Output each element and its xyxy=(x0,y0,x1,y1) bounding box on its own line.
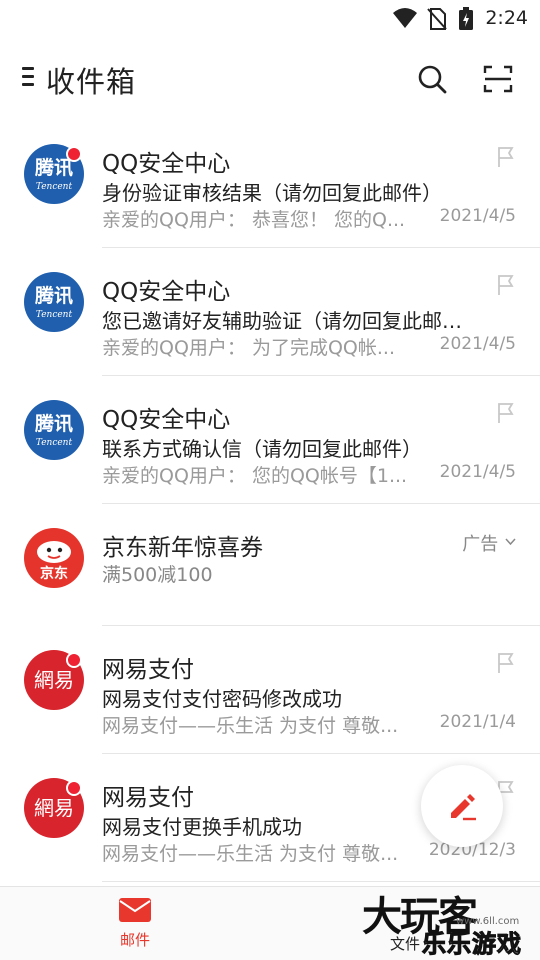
tencent-avatar-subtext: Tencent xyxy=(36,182,73,192)
menu-icon[interactable] xyxy=(22,66,36,90)
mail-subject: 身份验证审核结果（请勿回复此邮件） xyxy=(102,181,442,205)
mail-sender: QQ安全中心 xyxy=(102,151,231,177)
mail-date: 2021/4/5 xyxy=(439,206,516,226)
mail-preview: 亲爱的QQ用户： 为了完成QQ帐... xyxy=(102,337,395,359)
mail-preview: 亲爱的QQ用户： 您的QQ帐号【1... xyxy=(102,465,408,487)
pencil-icon xyxy=(451,794,476,821)
tencent-avatar: 腾讯 Tencent xyxy=(24,400,84,460)
ad-list-item[interactable]: 京东 京东新年惊喜券 满500减100 广告 xyxy=(0,504,540,626)
mail-subject: 联系方式确认信（请勿回复此邮件） xyxy=(102,437,422,461)
mail-preview: 网易支付——乐生活 为支付 尊敬... xyxy=(102,715,399,737)
tencent-avatar: 腾讯 Tencent xyxy=(24,272,84,332)
mail-sender: QQ安全中心 xyxy=(102,279,231,305)
mail-subject: 您已邀请好友辅助验证（请勿回复此邮… xyxy=(102,309,462,333)
compose-button[interactable] xyxy=(421,765,503,847)
flag-icon[interactable] xyxy=(496,274,516,296)
mail-subject: 网易支付支付密码修改成功 xyxy=(102,687,342,711)
battery-charging-icon xyxy=(459,7,473,30)
jd-logo-text: 京东 xyxy=(40,565,68,582)
ad-label-text: 广告 xyxy=(462,534,499,555)
mail-preview: 网易支付——乐生活 为支付 尊敬... xyxy=(102,843,399,865)
mail-date: 2021/1/4 xyxy=(439,712,516,732)
nav-tab-mail[interactable]: 邮件 xyxy=(100,897,170,957)
flag-icon[interactable] xyxy=(496,402,516,424)
jd-avatar: 京东 xyxy=(24,528,84,588)
tencent-avatar-subtext: Tencent xyxy=(36,438,73,448)
unread-dot xyxy=(66,652,82,668)
mail-date: 2021/4/5 xyxy=(439,334,516,354)
flag-icon[interactable] xyxy=(496,652,516,674)
watermark-sub-text: 乐乐游戏 xyxy=(422,930,522,959)
ad-description: 满500减100 xyxy=(102,564,213,586)
ad-label[interactable]: 广告 xyxy=(462,530,516,556)
mail-list-item[interactable]: 網易 网易支付 网易支付支付密码修改成功 网易支付——乐生活 为支付 尊敬...… xyxy=(0,626,540,754)
flag-icon[interactable] xyxy=(496,146,516,168)
mail-sender: 网易支付 xyxy=(102,657,194,683)
mail-date: 2021/4/5 xyxy=(439,462,516,482)
netease-avatar-text: 網易 xyxy=(34,796,74,820)
netease-avatar-text: 網易 xyxy=(34,668,74,692)
ad-title: 京东新年惊喜券 xyxy=(102,535,263,561)
search-icon[interactable] xyxy=(416,63,448,95)
mail-sender: 网易支付 xyxy=(102,785,194,811)
mail-sender: QQ安全中心 xyxy=(102,407,231,433)
mail-list-item[interactable]: 腾讯 Tencent QQ安全中心 身份验证审核结果（请勿回复此邮件） 亲爱的Q… xyxy=(0,120,540,248)
watermark: 大玩客 www.6ll.com 乐乐游戏 xyxy=(356,880,540,960)
tencent-avatar-subtext: Tencent xyxy=(36,310,73,320)
tencent-avatar-text: 腾讯 xyxy=(34,412,73,435)
app-header: 收件箱 xyxy=(0,50,540,106)
mail-icon xyxy=(119,898,151,922)
unread-dot xyxy=(66,780,82,796)
page-title: 收件箱 xyxy=(46,65,137,99)
nav-mail-label: 邮件 xyxy=(119,931,150,949)
wifi-icon xyxy=(393,8,417,28)
chevron-down-icon xyxy=(505,538,516,546)
tencent-avatar-text: 腾讯 xyxy=(34,284,73,307)
no-sim-icon xyxy=(427,8,447,30)
unread-dot xyxy=(66,146,82,162)
mail-list-item[interactable]: 腾讯 Tencent QQ安全中心 联系方式确认信（请勿回复此邮件） 亲爱的QQ… xyxy=(0,376,540,504)
scan-icon[interactable] xyxy=(482,63,514,95)
mail-preview: 亲爱的QQ用户： 恭喜您！ 您的Q... xyxy=(102,209,406,231)
status-bar: 2:24 xyxy=(0,0,540,36)
mail-list-item[interactable]: 腾讯 Tencent QQ安全中心 您已邀请好友辅助验证（请勿回复此邮… 亲爱的… xyxy=(0,248,540,376)
status-time: 2:24 xyxy=(485,7,528,29)
mail-subject: 网易支付更换手机成功 xyxy=(102,815,302,839)
